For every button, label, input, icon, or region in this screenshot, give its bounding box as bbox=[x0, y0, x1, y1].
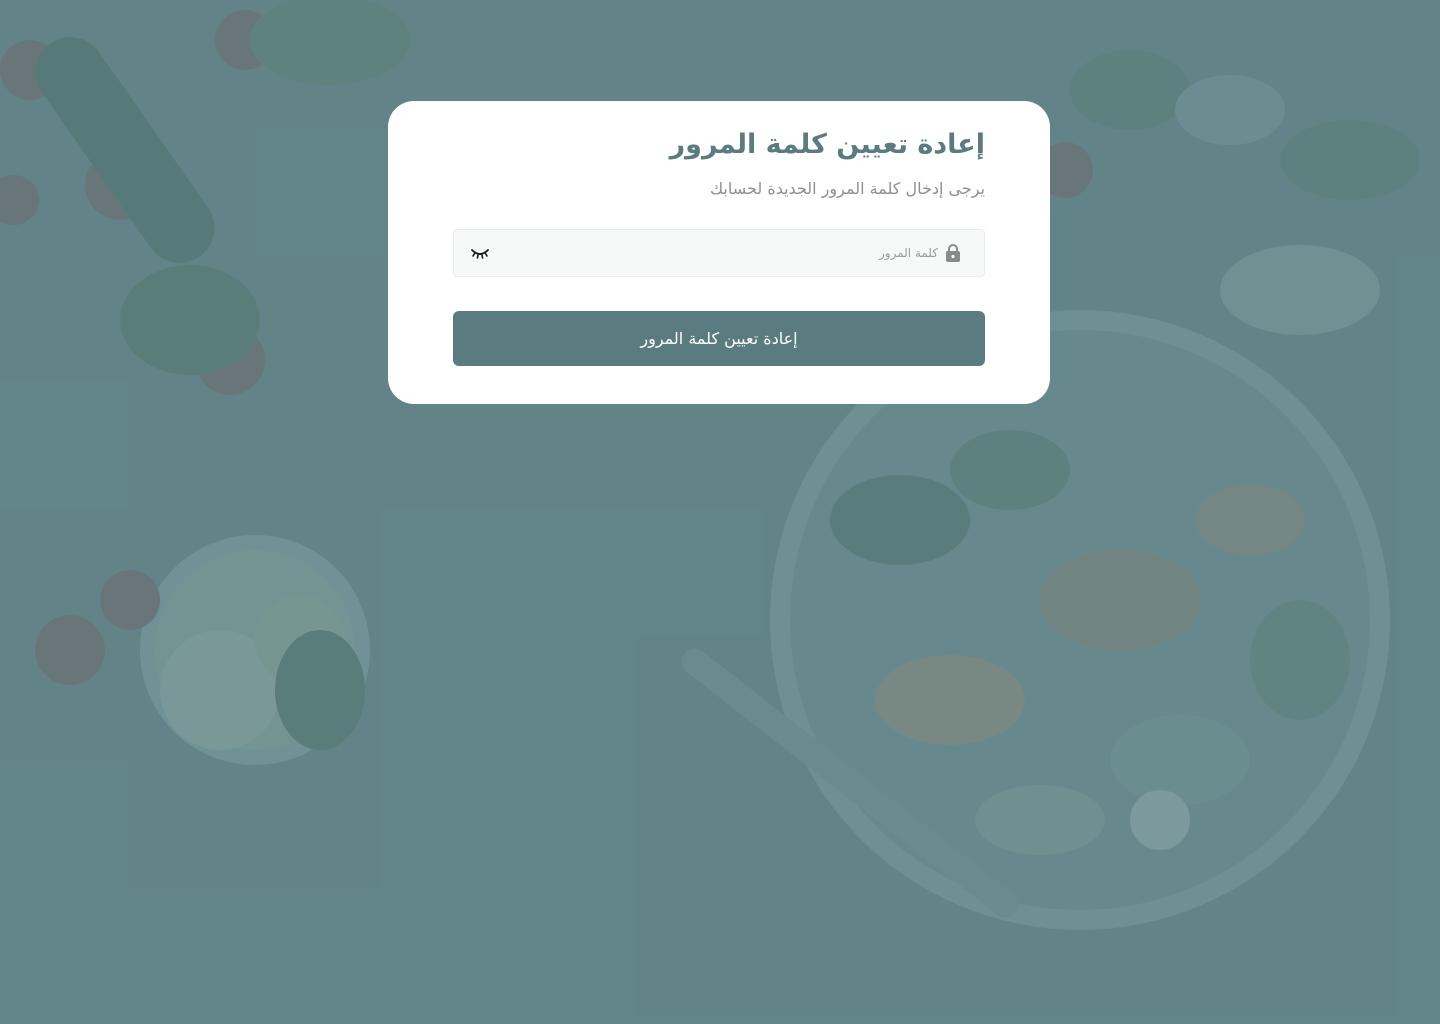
page-subtitle: يرجى إدخال كلمة المرور الجديدة لحسابك bbox=[709, 179, 985, 198]
eye-closed-icon[interactable] bbox=[470, 246, 490, 260]
password-input[interactable] bbox=[498, 230, 938, 276]
lock-icon bbox=[946, 244, 960, 262]
reset-password-page: إعادة تعيين كلمة المرور يرجى إدخال كلمة … bbox=[0, 0, 1440, 1024]
reset-password-card: إعادة تعيين كلمة المرور يرجى إدخال كلمة … bbox=[388, 101, 1050, 404]
password-field bbox=[453, 229, 985, 277]
page-title: إعادة تعيين كلمة المرور bbox=[669, 129, 985, 160]
reset-password-button[interactable]: إعادة تعيين كلمة المرور bbox=[453, 311, 985, 366]
